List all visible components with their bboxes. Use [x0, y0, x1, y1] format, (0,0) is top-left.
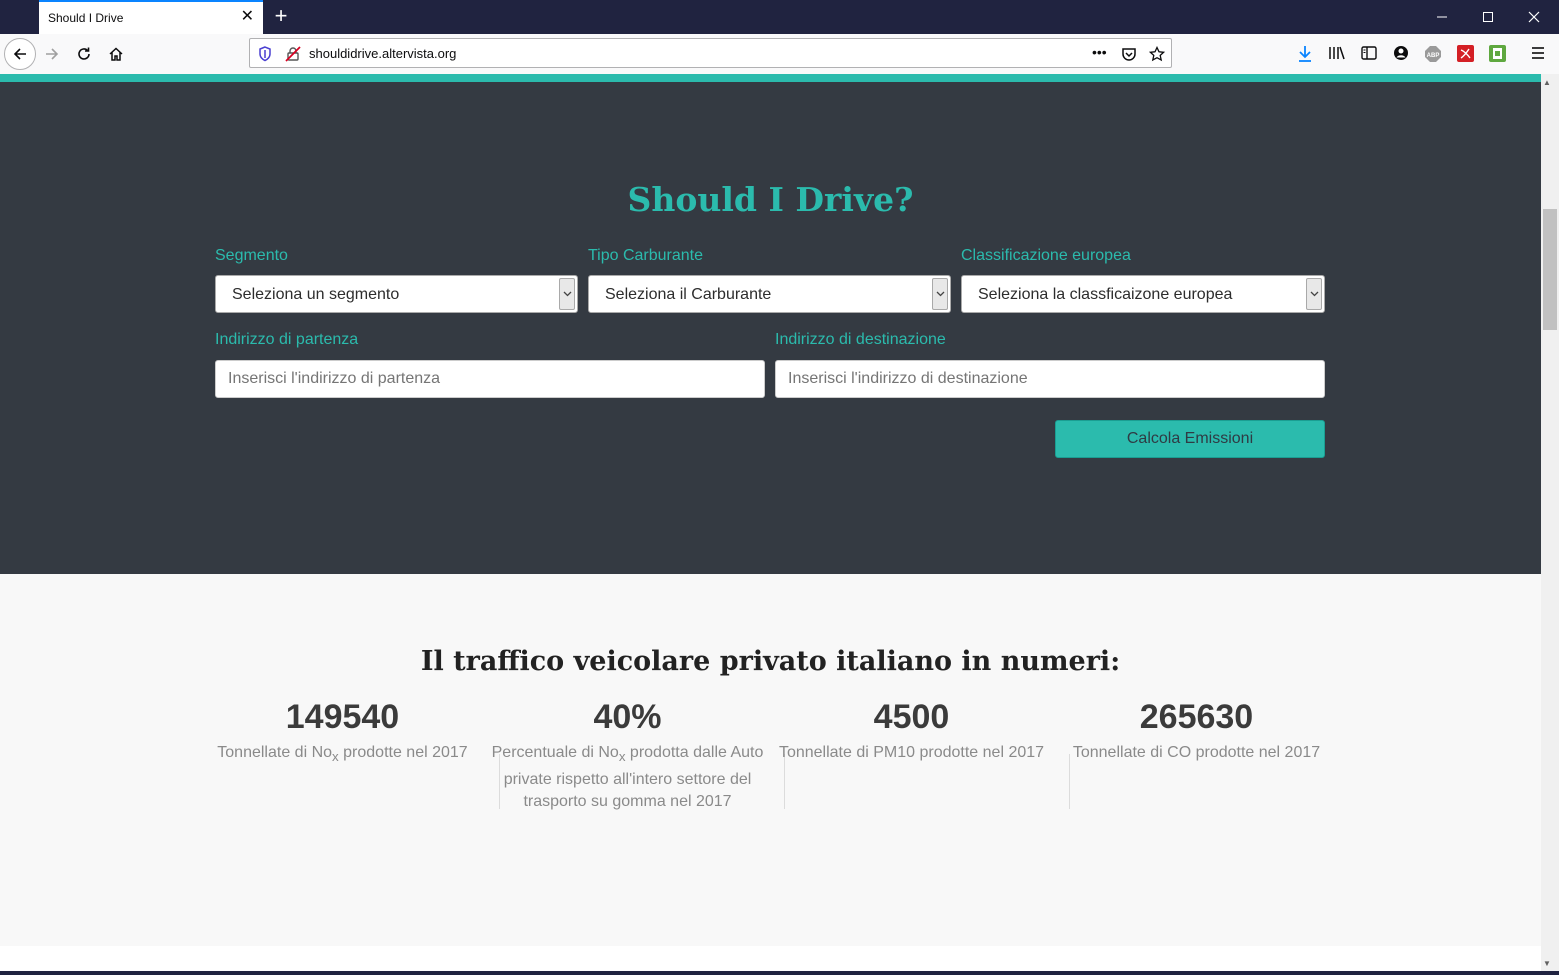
euro-class-select-value: Seleziona la classficaizone europea [978, 286, 1233, 303]
window-bottom-border [0, 971, 1559, 975]
navigation-toolbar: shouldidrive.altervista.org ••• ABP [0, 34, 1559, 74]
home-button[interactable] [102, 40, 130, 68]
pocket-icon[interactable] [1121, 46, 1137, 62]
segment-dropdown-button[interactable] [559, 278, 575, 310]
segment-select-value: Seleziona un segmento [232, 286, 400, 303]
pdf-extension-icon[interactable] [1457, 45, 1474, 62]
page-bottom-area [0, 946, 1541, 971]
new-tab-icon[interactable]: + [270, 4, 292, 28]
stat-description: Tonnellate di CO prodotte nel 2017 [1072, 744, 1321, 761]
chevron-down-icon [936, 291, 945, 297]
close-window-button[interactable] [1511, 0, 1557, 34]
maximize-window-button[interactable] [1465, 0, 1511, 34]
svg-text:ABP: ABP [1427, 53, 1440, 59]
stat-description: Percentuale di Nox prodotta dalle Auto p… [491, 744, 764, 811]
page-top-accent-bar [0, 74, 1541, 82]
euro-class-dropdown-button[interactable] [1306, 278, 1322, 310]
calculate-emissions-button[interactable]: Calcola Emissioni [1055, 420, 1325, 458]
start-address-input[interactable] [215, 360, 765, 398]
stat-description: Tonnellate di PM10 prodotte nel 2017 [778, 744, 1045, 761]
home-icon [109, 47, 123, 61]
tab-close-icon[interactable]: ✕ [241, 8, 254, 26]
account-icon[interactable] [1393, 45, 1409, 61]
chevron-down-icon [1310, 291, 1319, 297]
destination-address-input[interactable] [775, 360, 1325, 398]
shield-icon[interactable] [258, 46, 272, 62]
library-icon[interactable] [1328, 45, 1346, 61]
forward-arrow-icon [46, 48, 59, 60]
back-button[interactable] [4, 38, 36, 70]
segment-select[interactable]: Seleziona un segmento [215, 275, 578, 313]
maximize-icon [1483, 12, 1493, 22]
stat-description: Tonnellate di Nox prodotte nel 2017 [217, 744, 468, 765]
hero-section: Should I Drive? Segmento Seleziona un se… [0, 82, 1541, 574]
tab-active[interactable]: Should I Drive ✕ [39, 0, 263, 34]
url-text[interactable]: shouldidrive.altervista.org [309, 46, 456, 61]
menu-icon[interactable] [1530, 45, 1546, 61]
minimize-icon [1437, 16, 1447, 18]
close-icon [1528, 11, 1540, 23]
fuel-type-select-value: Seleziona il Carburante [605, 286, 772, 303]
star-icon[interactable] [1149, 46, 1165, 62]
download-icon[interactable] [1297, 45, 1313, 63]
stat-value: 149540 [285, 698, 400, 736]
stat-value: 4500 [873, 698, 950, 736]
adblock-icon[interactable]: ABP [1424, 45, 1442, 63]
reload-icon [78, 47, 90, 60]
site-title: Should I Drive? [627, 180, 914, 219]
euro-class-label: Classificazione europea [961, 247, 1131, 264]
scrollbar-thumb[interactable] [1543, 209, 1557, 330]
stats-section: Il traffico veicolare privato italiano i… [0, 574, 1541, 946]
segment-label: Segmento [215, 247, 288, 264]
scroll-down-arrow-icon[interactable]: ▼ [1543, 959, 1551, 968]
destination-address-label: Indirizzo di destinazione [775, 331, 946, 348]
green-extension-icon[interactable] [1489, 45, 1506, 62]
stat-value: 40% [593, 698, 662, 736]
minimize-window-button[interactable] [1419, 0, 1465, 34]
page-actions-icon[interactable]: ••• [1092, 44, 1107, 60]
stat-co-tonnes: 265630 Tonnellate di CO prodotte nel 201… [1054, 694, 1339, 769]
forward-button[interactable] [38, 40, 66, 68]
stats-title: Il traffico veicolare privato italiano i… [420, 646, 1121, 677]
scroll-up-arrow-icon[interactable]: ▲ [1543, 78, 1551, 87]
url-bar[interactable]: shouldidrive.altervista.org ••• [249, 38, 1172, 68]
start-address-label: Indirizzo di partenza [215, 331, 359, 348]
tab-bar: Should I Drive ✕ + [0, 0, 1559, 34]
fuel-type-label: Tipo Carburante [588, 247, 704, 264]
stat-nox-percentage: 40% Percentuale di Nox prodotta dalle Au… [485, 694, 770, 814]
sidebar-icon[interactable] [1361, 45, 1377, 61]
euro-class-select[interactable]: Seleziona la classficaizone europea [961, 275, 1325, 313]
stat-value: 265630 [1139, 698, 1254, 736]
fuel-type-select[interactable]: Seleziona il Carburante [588, 275, 951, 313]
insecure-lock-icon[interactable] [285, 46, 301, 62]
stat-pm10-tonnes: 4500 Tonnellate di PM10 prodotte nel 201… [769, 694, 1054, 769]
back-arrow-icon [13, 48, 26, 60]
chevron-down-icon [563, 291, 572, 297]
fuel-type-dropdown-button[interactable] [932, 278, 948, 310]
tab-title: Should I Drive [48, 11, 124, 25]
stat-nox-tonnes: 149540 Tonnellate di Nox prodotte nel 20… [200, 694, 485, 769]
reload-button[interactable] [70, 40, 98, 68]
